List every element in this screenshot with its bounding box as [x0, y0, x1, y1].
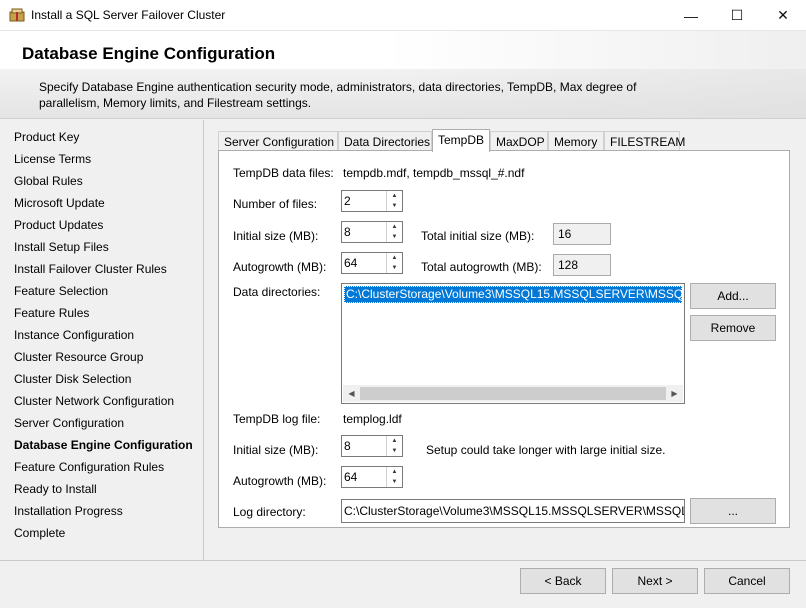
log-autogrowth-stepper[interactable]: 64 ▲ ▼ — [341, 466, 403, 488]
footer-divider — [0, 560, 806, 561]
step-cluster-network-configuration[interactable]: Cluster Network Configuration — [14, 394, 174, 408]
step-feature-rules[interactable]: Feature Rules — [14, 306, 89, 320]
close-button[interactable]: ✕ — [760, 0, 806, 31]
step-cluster-resource-group[interactable]: Cluster Resource Group — [14, 350, 143, 364]
total-autogrowth-label: Total autogrowth (MB): — [421, 260, 542, 274]
log-initial-size-value: 8 — [344, 439, 351, 453]
step-server-configuration[interactable]: Server Configuration — [14, 416, 124, 430]
spin-up-icon[interactable]: ▲ — [387, 191, 402, 201]
step-installation-progress[interactable]: Installation Progress — [14, 504, 123, 518]
spin-down-icon[interactable]: ▼ — [387, 446, 402, 456]
spin-up-icon[interactable]: ▲ — [387, 436, 402, 446]
step-instance-configuration[interactable]: Instance Configuration — [14, 328, 134, 342]
spin-up-icon[interactable]: ▲ — [387, 222, 402, 232]
step-install-setup-files[interactable]: Install Setup Files — [14, 240, 109, 254]
log-directory-input[interactable]: C:\ClusterStorage\Volume3\MSSQL15.MSSQLS… — [341, 499, 685, 523]
title-bar: Install a SQL Server Failover Cluster — … — [0, 0, 806, 31]
tab-filestream[interactable]: FILESTREAM — [604, 131, 685, 151]
remove-directory-button[interactable]: Remove — [690, 315, 776, 341]
total-initial-size-label: Total initial size (MB): — [421, 229, 535, 243]
step-feature-configuration-rules[interactable]: Feature Configuration Rules — [14, 460, 164, 474]
next-button[interactable]: Next > — [612, 568, 698, 594]
log-autogrowth-arrows[interactable]: ▲ ▼ — [386, 467, 402, 487]
steps-list: Product Key License Terms Global Rules M… — [0, 120, 203, 560]
page-description: Specify Database Engine authentication s… — [39, 80, 637, 110]
log-autogrowth-value: 64 — [344, 470, 358, 484]
tempdb-data-files-value: tempdb.mdf, tempdb_mssql_#.ndf — [343, 166, 525, 180]
step-product-updates[interactable]: Product Updates — [14, 218, 103, 232]
tab-tempdb[interactable]: TempDB — [432, 129, 490, 152]
number-of-files-label: Number of files: — [233, 197, 318, 211]
spin-down-icon[interactable]: ▼ — [387, 201, 402, 211]
window-title: Install a SQL Server Failover Cluster — [31, 8, 226, 22]
number-of-files-value: 2 — [344, 194, 351, 208]
add-directory-button[interactable]: Add... — [690, 283, 776, 309]
step-database-engine-configuration[interactable]: Database Engine Configuration — [14, 438, 193, 452]
step-install-failover-cluster-rules[interactable]: Install Failover Cluster Rules — [14, 262, 167, 276]
log-initial-size-label: Initial size (MB): — [233, 443, 319, 457]
spin-up-icon[interactable]: ▲ — [387, 253, 402, 263]
page-title: Database Engine Configuration — [22, 44, 276, 63]
steps-divider — [203, 120, 204, 560]
tab-server-configuration[interactable]: Server Configuration — [218, 131, 338, 151]
setup-box-icon — [9, 8, 25, 22]
step-license-terms[interactable]: License Terms — [14, 152, 91, 166]
tab-data-directories[interactable]: Data Directories — [338, 131, 432, 151]
initial-size-stepper[interactable]: 8 ▲ ▼ — [341, 221, 403, 243]
step-cluster-disk-selection[interactable]: Cluster Disk Selection — [14, 372, 131, 386]
number-of-files-arrows[interactable]: ▲ ▼ — [386, 191, 402, 211]
tempdb-log-file-value: templog.ldf — [343, 412, 402, 426]
spin-down-icon[interactable]: ▼ — [387, 477, 402, 487]
autogrowth-label: Autogrowth (MB): — [233, 260, 327, 274]
scroll-thumb[interactable] — [360, 387, 666, 400]
spin-down-icon[interactable]: ▼ — [387, 263, 402, 273]
step-microsoft-update[interactable]: Microsoft Update — [14, 196, 105, 210]
tab-maxdop[interactable]: MaxDOP — [490, 131, 548, 151]
log-directory-label: Log directory: — [233, 505, 306, 519]
tempdb-data-files-label: TempDB data files: — [233, 166, 334, 180]
maximize-button[interactable]: ☐ — [714, 0, 760, 31]
data-directories-list[interactable]: C:\ClusterStorage\Volume3\MSSQL15.MSSQLS… — [341, 283, 685, 404]
autogrowth-value: 64 — [344, 256, 358, 270]
minimize-button[interactable]: — — [668, 0, 714, 31]
number-of-files-stepper[interactable]: 2 ▲ ▼ — [341, 190, 403, 212]
log-initial-size-arrows[interactable]: ▲ ▼ — [386, 436, 402, 456]
log-size-note: Setup could take longer with large initi… — [426, 443, 666, 457]
scroll-left-icon[interactable]: ◀ — [343, 387, 360, 400]
autogrowth-stepper[interactable]: 64 ▲ ▼ — [341, 252, 403, 274]
step-feature-selection[interactable]: Feature Selection — [14, 284, 108, 298]
total-autogrowth-value: 128 — [553, 254, 611, 276]
log-autogrowth-label: Autogrowth (MB): — [233, 474, 327, 488]
step-complete[interactable]: Complete — [14, 526, 65, 540]
step-product-key[interactable]: Product Key — [14, 130, 79, 144]
page-header: Database Engine Configuration Specify Da… — [0, 31, 806, 119]
log-initial-size-stepper[interactable]: 8 ▲ ▼ — [341, 435, 403, 457]
initial-size-value: 8 — [344, 225, 351, 239]
spin-down-icon[interactable]: ▼ — [387, 232, 402, 242]
initial-size-arrows[interactable]: ▲ ▼ — [386, 222, 402, 242]
data-directory-item[interactable]: C:\ClusterStorage\Volume3\MSSQL15.MSSQLS… — [344, 286, 682, 303]
back-button[interactable]: < Back — [520, 568, 606, 594]
step-ready-to-install[interactable]: Ready to Install — [14, 482, 97, 496]
data-directories-hscrollbar[interactable]: ◀ ▶ — [343, 385, 683, 402]
scroll-right-icon[interactable]: ▶ — [666, 387, 683, 400]
browse-log-directory-button[interactable]: ... — [690, 498, 776, 524]
tempdb-log-file-label: TempDB log file: — [233, 412, 321, 426]
initial-size-label: Initial size (MB): — [233, 229, 319, 243]
data-directories-label: Data directories: — [233, 285, 321, 299]
cancel-button[interactable]: Cancel — [704, 568, 790, 594]
step-global-rules[interactable]: Global Rules — [14, 174, 83, 188]
tab-memory[interactable]: Memory — [548, 131, 604, 151]
spin-up-icon[interactable]: ▲ — [387, 467, 402, 477]
total-initial-size-value: 16 — [553, 223, 611, 245]
autogrowth-arrows[interactable]: ▲ ▼ — [386, 253, 402, 273]
